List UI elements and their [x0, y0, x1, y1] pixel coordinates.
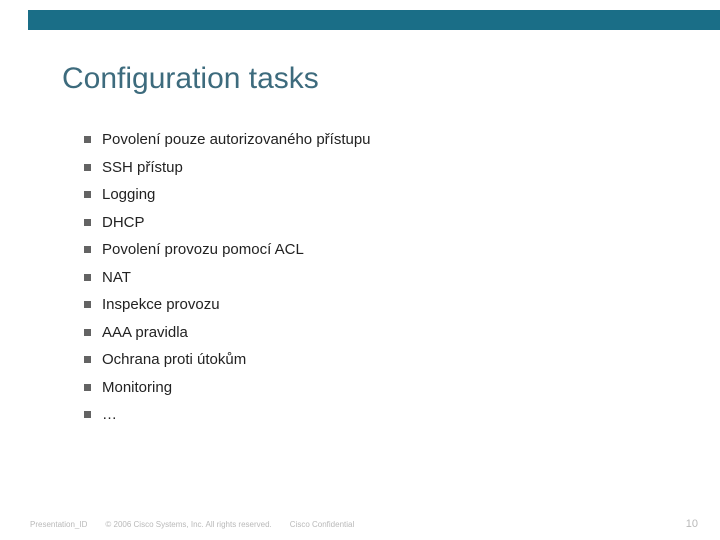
list-item: Povolení provozu pomocí ACL	[84, 242, 660, 257]
list-item: NAT	[84, 270, 660, 285]
slide-title: Configuration tasks	[62, 62, 319, 96]
bullet-list: Povolení pouze autorizovaného přístupu S…	[84, 132, 660, 435]
list-item: Povolení pouze autorizovaného přístupu	[84, 132, 660, 147]
list-item: SSH přístup	[84, 160, 660, 175]
footer: Presentation_ID © 2006 Cisco Systems, In…	[0, 518, 720, 530]
slide: Configuration tasks Povolení pouze autor…	[0, 0, 720, 540]
page-number: 10	[686, 518, 698, 530]
list-item: AAA pravidla	[84, 325, 660, 340]
list-item: Logging	[84, 187, 660, 202]
top-bar	[28, 10, 720, 30]
list-item: …	[84, 407, 660, 422]
list-item: Monitoring	[84, 380, 660, 395]
copyright-text: © 2006 Cisco Systems, Inc. All rights re…	[105, 520, 271, 529]
presentation-id: Presentation_ID	[30, 520, 87, 529]
list-item: DHCP	[84, 215, 660, 230]
list-item: Inspekce provozu	[84, 297, 660, 312]
confidential-text: Cisco Confidential	[290, 520, 354, 529]
list-item: Ochrana proti útokům	[84, 352, 660, 367]
